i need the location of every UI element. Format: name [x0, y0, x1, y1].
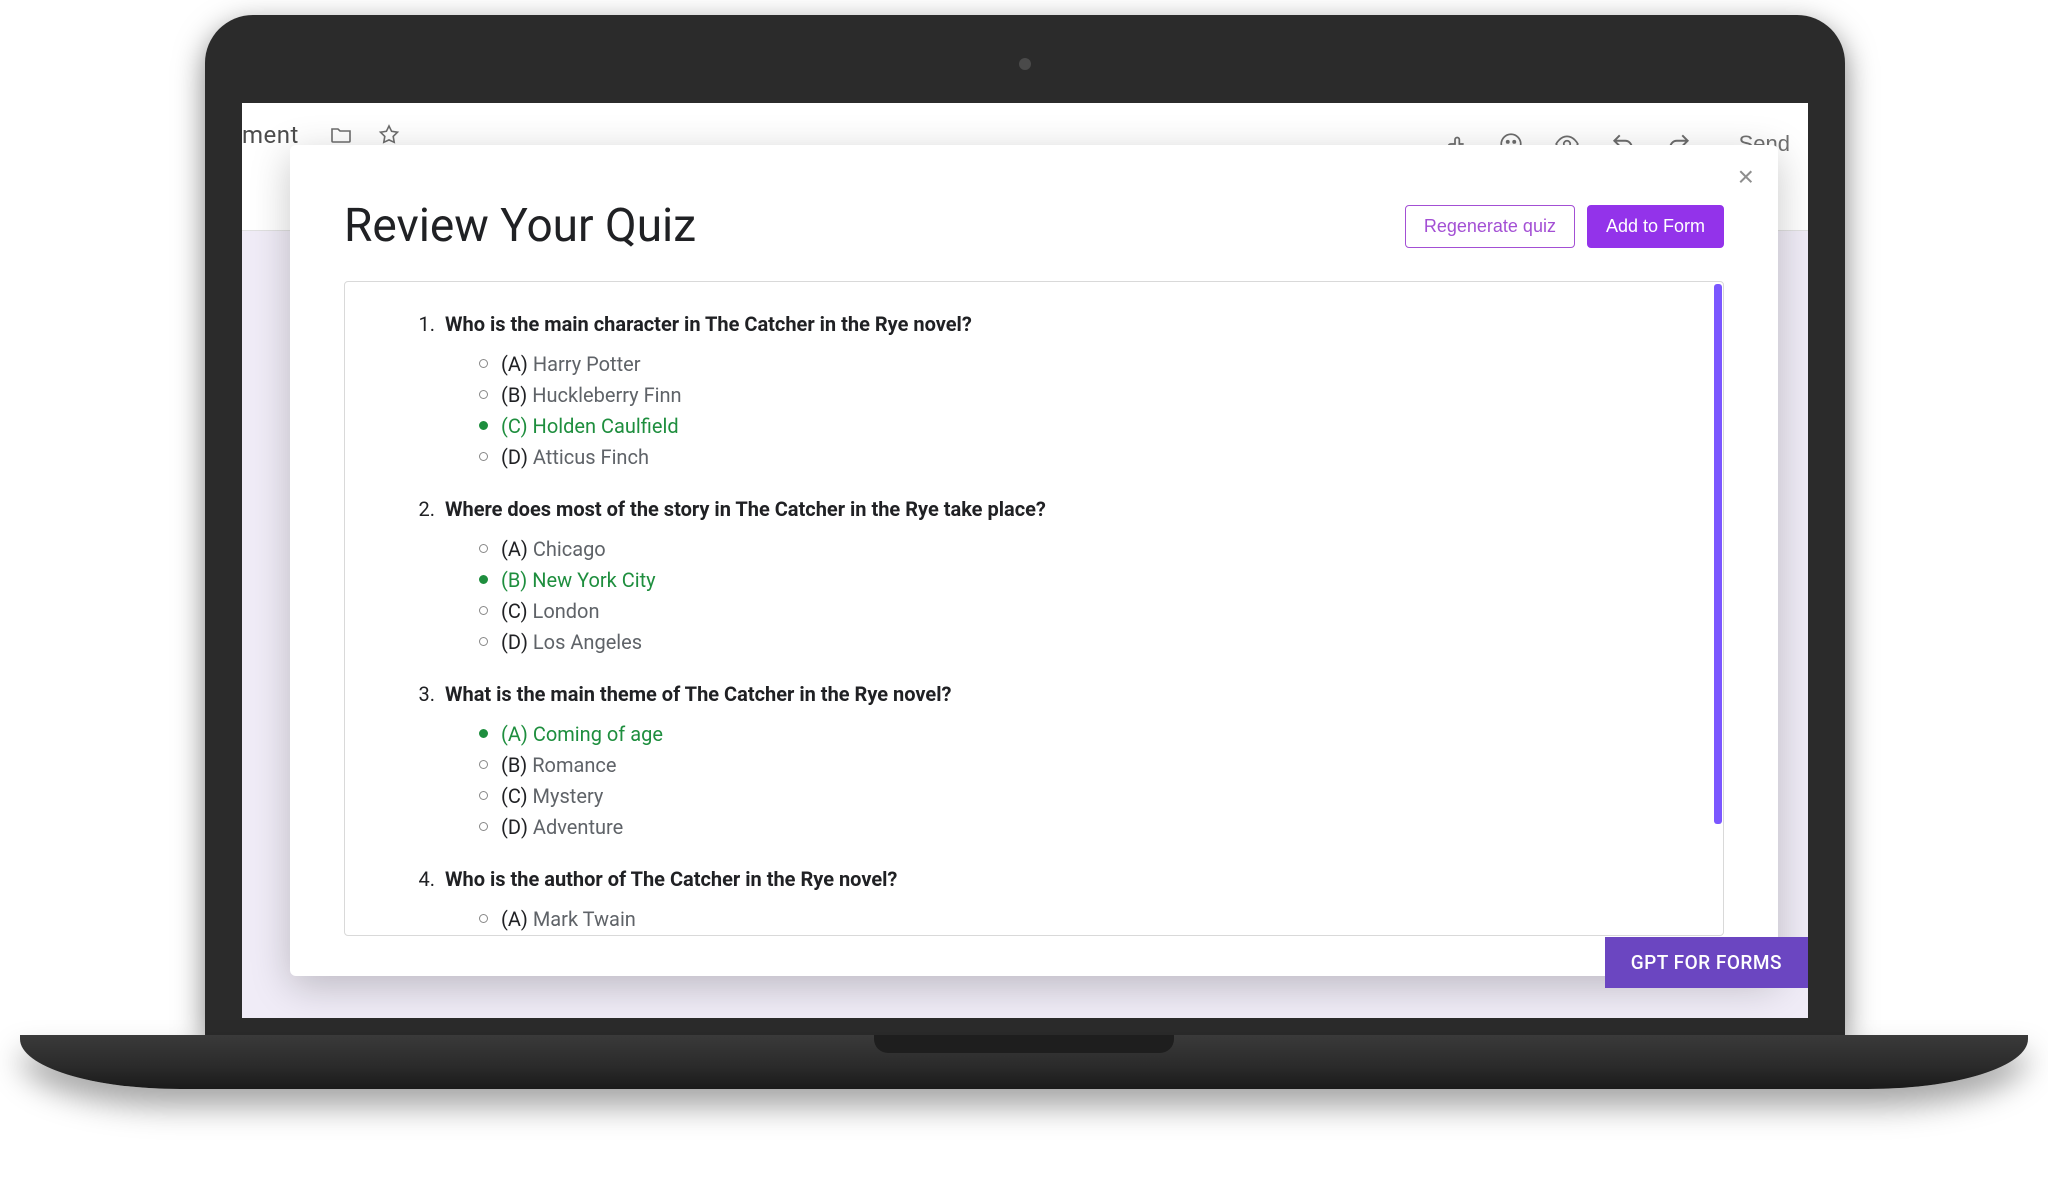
question-item: 1. Who is the main character in The Catch…: [359, 310, 1697, 477]
answer-text: Coming of age: [533, 722, 663, 746]
answer-text: Mystery: [533, 784, 604, 808]
answer-option: (D) Adventure: [479, 812, 1697, 843]
question-number: 3.: [413, 680, 435, 709]
answer-list: (A) Coming of age(B) Romance(C) Mystery(…: [359, 709, 1697, 847]
modal-header: Review Your Quiz Regenerate quiz Add to …: [290, 145, 1778, 281]
answer-text: Adventure: [533, 815, 623, 839]
answer-text: Los Angeles: [533, 630, 642, 654]
answer-text: Huckleberry Finn: [532, 383, 681, 407]
answer-option: (D) Atticus Finch: [479, 442, 1697, 473]
answer-option: (A) Chicago: [479, 534, 1697, 565]
answer-text: Romance: [532, 753, 616, 777]
answer-letter: (C): [501, 599, 533, 623]
answer-text: Chicago: [533, 537, 606, 561]
answer-letter: (B): [501, 568, 532, 592]
answer-letter: (D): [501, 815, 533, 839]
review-quiz-modal: × Review Your Quiz Regenerate quiz Add t…: [290, 145, 1778, 976]
answer-option: (B) Romance: [479, 750, 1697, 781]
answer-list: (A) Mark Twain: [359, 894, 1697, 935]
answer-text: Holden Caulfield: [533, 414, 679, 438]
answer-letter: (A): [501, 537, 533, 561]
answer-letter: (D): [501, 445, 533, 469]
question-number: 4.: [413, 865, 435, 894]
answer-option: (D) Los Angeles: [479, 627, 1697, 658]
answer-text: Mark Twain: [533, 907, 636, 931]
laptop-camera: [1019, 58, 1031, 70]
answer-list: (A) Harry Potter(B) Huckleberry Finn(C) …: [359, 339, 1697, 477]
answer-letter: (A): [501, 352, 533, 376]
answer-list: (A) Chicago(B) New York City(C) London(D…: [359, 524, 1697, 662]
scrollbar-thumb[interactable]: [1714, 284, 1722, 824]
gpt-for-forms-badge[interactable]: GPT FOR FORMS: [1605, 937, 1808, 988]
quiz-container: 1. Who is the main character in The Catch…: [344, 281, 1724, 936]
answer-option: (A) Mark Twain: [479, 904, 1697, 935]
answer-letter: (C): [501, 414, 533, 438]
answer-option: (C) London: [479, 596, 1697, 627]
answer-text: London: [533, 599, 600, 623]
answer-option-correct: (A) Coming of age: [479, 719, 1697, 750]
question-item: 2. Where does most of the story in The Ca…: [359, 495, 1697, 662]
answer-option: (C) Mystery: [479, 781, 1697, 812]
question-text: Who is the author of The Catcher in the …: [445, 865, 897, 894]
answer-letter: (B): [501, 753, 532, 777]
answer-option: (A) Harry Potter: [479, 349, 1697, 380]
laptop-notch: [874, 1035, 1174, 1053]
answer-text: New York City: [532, 568, 655, 592]
answer-option: (B) Huckleberry Finn: [479, 380, 1697, 411]
question-item: 4. Who is the author of The Catcher in th…: [359, 865, 1697, 935]
quiz-content: 1. Who is the main character in The Catch…: [345, 282, 1723, 935]
screen: ment: [242, 103, 1808, 1018]
answer-letter: (A): [501, 907, 533, 931]
question-text: Where does most of the story in The Catc…: [445, 495, 1046, 524]
question-number: 2.: [413, 495, 435, 524]
question-text: Who is the main character in The Catcher…: [445, 310, 972, 339]
question-number: 1.: [413, 310, 435, 339]
answer-option-correct: (C) Holden Caulfield: [479, 411, 1697, 442]
question-text: What is the main theme of The Catcher in…: [445, 680, 951, 709]
answer-letter: (A): [501, 722, 533, 746]
answer-letter: (D): [501, 630, 533, 654]
answer-text: Atticus Finch: [533, 445, 649, 469]
modal-title: Review Your Quiz: [344, 199, 696, 253]
answer-letter: (C): [501, 784, 533, 808]
answer-option-correct: (B) New York City: [479, 565, 1697, 596]
add-to-form-button[interactable]: Add to Form: [1587, 205, 1724, 248]
answer-text: Harry Potter: [533, 352, 641, 376]
modal-actions: Regenerate quiz Add to Form: [1405, 205, 1724, 248]
close-icon[interactable]: ×: [1738, 163, 1754, 191]
regenerate-button[interactable]: Regenerate quiz: [1405, 205, 1575, 248]
answer-letter: (B): [501, 383, 532, 407]
question-item: 3. What is the main theme of The Catcher …: [359, 680, 1697, 847]
laptop-mockup: ment: [0, 0, 2048, 1193]
